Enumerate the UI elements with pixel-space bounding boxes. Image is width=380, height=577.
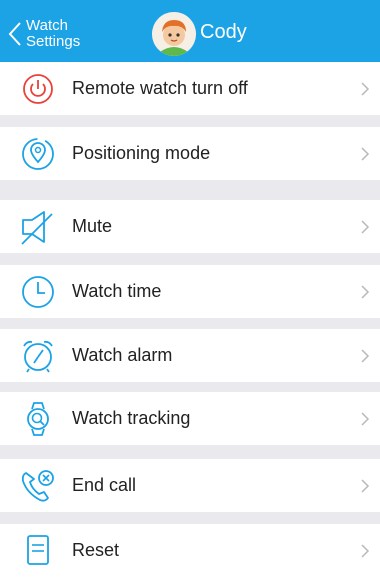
chevron-right-icon bbox=[361, 349, 370, 363]
power-icon bbox=[18, 70, 58, 108]
menu-item-reset[interactable]: Reset bbox=[0, 524, 380, 577]
chevron-left-icon bbox=[8, 22, 21, 46]
menu-item-label: Positioning mode bbox=[72, 143, 211, 163]
menu-item-watch-time[interactable]: Watch time bbox=[0, 265, 380, 318]
location-pin-icon bbox=[18, 135, 58, 173]
menu-item-label: Mute bbox=[72, 216, 113, 236]
back-label-line1: Watch bbox=[26, 17, 68, 34]
watch-user-name: Cody bbox=[200, 21, 247, 43]
menu-item-mute[interactable]: Mute bbox=[0, 200, 380, 253]
back-label-line2: Settings bbox=[26, 33, 81, 50]
menu-item-positioning-mode[interactable]: Positioning mode bbox=[0, 127, 380, 180]
menu-item-label: Remote watch turn off bbox=[72, 78, 248, 98]
back-button-label: Watch Settings bbox=[26, 18, 80, 50]
menu-item-end-call[interactable]: End call bbox=[0, 459, 380, 512]
mute-speaker-icon bbox=[18, 208, 58, 246]
menu-item-label: Watch alarm bbox=[72, 345, 173, 365]
header-bar: Watch Settings Cody bbox=[0, 0, 380, 66]
menu-item-remote-turn-off[interactable]: Remote watch turn off bbox=[0, 62, 380, 115]
clock-icon bbox=[18, 273, 58, 311]
reset-document-icon bbox=[18, 532, 58, 570]
menu-item-label: Reset bbox=[72, 540, 120, 560]
menu-item-label: Watch tracking bbox=[72, 408, 191, 428]
alarm-clock-icon bbox=[18, 337, 58, 375]
back-button[interactable]: Watch Settings bbox=[8, 14, 108, 54]
chevron-right-icon bbox=[361, 479, 370, 493]
chevron-right-icon bbox=[361, 147, 370, 161]
menu-item-watch-tracking[interactable]: Watch tracking bbox=[0, 392, 380, 445]
menu-item-watch-alarm[interactable]: Watch alarm bbox=[0, 329, 380, 382]
avatar[interactable] bbox=[152, 12, 196, 56]
child-avatar-icon bbox=[152, 12, 196, 56]
menu-item-label: End call bbox=[72, 475, 137, 495]
end-call-icon bbox=[18, 467, 58, 505]
menu-item-label: Watch time bbox=[72, 281, 162, 301]
chevron-right-icon bbox=[361, 285, 370, 299]
chevron-right-icon bbox=[361, 220, 370, 234]
watch-search-icon bbox=[18, 400, 58, 438]
chevron-right-icon bbox=[361, 412, 370, 426]
chevron-right-icon bbox=[361, 544, 370, 558]
chevron-right-icon bbox=[361, 82, 370, 96]
